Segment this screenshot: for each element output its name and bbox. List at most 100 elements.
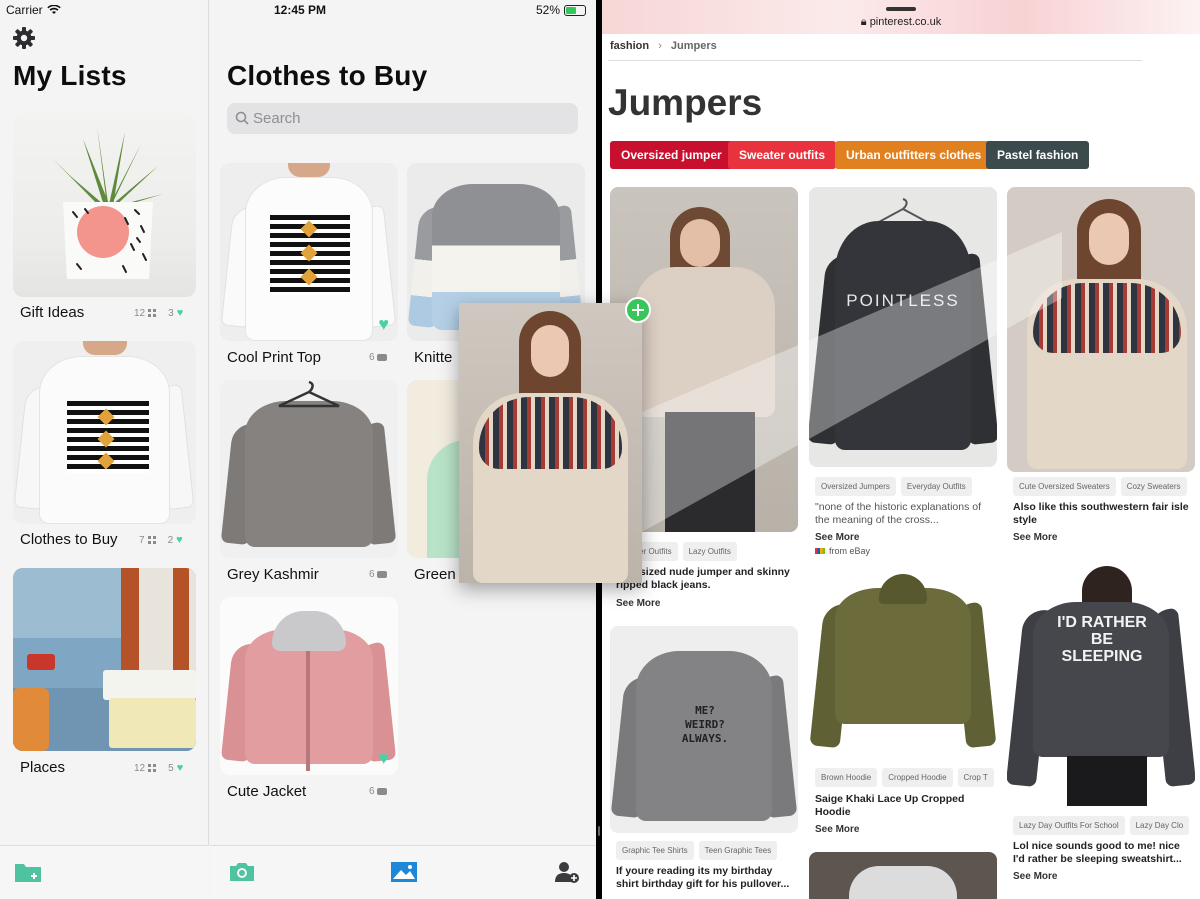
add-person-icon[interactable] (554, 860, 580, 884)
tag[interactable]: Lazy Outfits (682, 542, 737, 561)
item-card-cool-print-top[interactable]: ♥ (220, 163, 398, 341)
pin-description: Also like this southwestern fair isle st… (1013, 501, 1189, 526)
tag[interactable]: Crop T (957, 768, 994, 787)
page-title: Jumpers (608, 82, 763, 123)
black-leggings (1067, 756, 1147, 806)
favorite-heart-icon[interactable]: ♥ (378, 314, 389, 335)
pin-image-fair-isle[interactable] (1007, 187, 1195, 472)
tag[interactable]: Oversized Jumpers (815, 477, 896, 496)
list-meta-places: 12 5 ♥ (134, 762, 183, 774)
camera-icon (376, 570, 387, 578)
item-name-green: Green (414, 566, 456, 583)
photo-library-icon[interactable] (390, 861, 418, 883)
my-lists-title: My Lists (13, 60, 127, 91)
see-more-link[interactable]: See More (815, 824, 859, 835)
pill-oversized-jumper[interactable]: Oversized jumper (610, 141, 733, 169)
item-name-grey-kashmir: Grey Kashmir (227, 566, 319, 583)
favorite-heart-icon[interactable]: ♥ (378, 748, 389, 769)
battery-icon (564, 4, 587, 16)
item-count: 6 (369, 352, 387, 363)
pin-image-weird-tee[interactable]: ME? WEIRD? ALWAYS. (610, 626, 798, 833)
multitask-handle[interactable] (886, 7, 916, 11)
lists-panel: Carrier My Lists Gift Ideas 12 3 ♥ Cloth… (0, 0, 209, 899)
tag[interactable]: Everyday Outfits (900, 477, 972, 496)
item-card-cute-jacket[interactable]: ♥ (220, 597, 398, 775)
pin-source: from eBay (815, 546, 870, 556)
hanger-icon (278, 380, 340, 408)
see-more-link[interactable]: See More (815, 532, 859, 543)
pin-description: Oversized nude jumper and skinny ripped … (616, 566, 790, 591)
list-name-gift-ideas: Gift Ideas (20, 304, 85, 321)
item-name-cute-jacket: Cute Jacket (227, 783, 307, 800)
item-name-cool-print-top: Cool Print Top (227, 349, 321, 366)
tag[interactable]: Cozy Sweaters (1120, 477, 1187, 496)
url-bar[interactable]: 🔒︎ pinterest.co.uk (602, 16, 1200, 29)
tag[interactable]: Cropped Hoodie (882, 768, 953, 787)
face (531, 325, 569, 377)
tag[interactable]: Brown Hoodie (815, 768, 878, 787)
hood (879, 574, 927, 604)
browser-top: 🔒︎ pinterest.co.uk (602, 0, 1200, 34)
pin-description: If youre reading its my birthday shirt b… (616, 865, 790, 890)
bed-bottom (109, 698, 196, 748)
white-sweater (849, 866, 957, 899)
search-placeholder: Search (253, 110, 301, 127)
jacket-zip (306, 651, 310, 771)
tag[interactable]: Cute Oversized Sweaters (1013, 477, 1116, 496)
pill-label: Pastel fashion (997, 148, 1079, 162)
grid-icon (148, 309, 157, 317)
photo-count: 6 (369, 352, 375, 363)
see-more-link[interactable]: See More (616, 598, 660, 609)
see-more-link[interactable]: See More (1013, 871, 1057, 882)
heart-icon: ♥ (176, 762, 184, 774)
item-card-grey-kashmir[interactable] (220, 380, 398, 558)
photo-count: 6 (369, 569, 375, 580)
settings-gear-icon[interactable] (12, 26, 36, 50)
heart-icon: ♥ (176, 534, 183, 546)
divider-handle (598, 826, 600, 836)
tag[interactable]: Graphic Tee Shirts (616, 841, 694, 860)
tag[interactable]: Lazy Day Clo (1129, 816, 1190, 835)
face (1089, 213, 1129, 265)
source-label: from eBay (829, 546, 871, 556)
status-time: 12:45 PM (274, 3, 327, 17)
tag[interactable]: Lazy Day Outfits For School (1013, 816, 1125, 835)
pill-urban-outfitters[interactable]: Urban outfitters clothes (835, 141, 993, 169)
pin-tags: Oversized Jumpers Everyday Outfits (815, 477, 972, 496)
list-name-clothes-to-buy: Clothes to Buy (20, 531, 118, 548)
list-name-places: Places (20, 759, 66, 776)
camera-icon[interactable] (228, 861, 256, 883)
pin-image-partial[interactable] (809, 852, 997, 899)
tag[interactable]: Teen Graphic Tees (698, 841, 778, 860)
item-count: 6 (369, 786, 387, 797)
pill-label: Urban outfitters clothes (846, 148, 982, 162)
pin-description: "none of the historic explanations of th… (815, 501, 982, 526)
pin-tags: Lazy Day Outfits For School Lazy Day Clo (1013, 816, 1190, 835)
pill-sweater-outfits[interactable]: Sweater outfits (728, 141, 837, 169)
item-name-knitted: Knitte (414, 349, 453, 366)
carrier-label: Carrier (6, 3, 43, 17)
pill-pastel-fashion[interactable]: Pastel fashion (986, 141, 1090, 169)
battery-label: 52% (536, 3, 561, 17)
breadcrumb: fashion › Jumpers (610, 40, 717, 52)
chevron-right-icon: › (658, 40, 662, 52)
breadcrumb-fashion[interactable]: fashion (610, 40, 649, 52)
new-folder-icon[interactable] (14, 860, 42, 884)
see-more-link[interactable]: See More (1013, 532, 1057, 543)
breadcrumb-jumpers[interactable]: Jumpers (671, 40, 717, 52)
clothes-tabbar (210, 845, 596, 899)
pin-image-sleeping[interactable]: I'D RATHER BE SLEEPING (1007, 560, 1195, 806)
face (680, 219, 720, 267)
list-count: 12 (134, 307, 146, 319)
list-card-gift-ideas[interactable] (13, 114, 196, 297)
khaki-hoodie (835, 587, 971, 724)
item-count: 6 (369, 569, 387, 580)
dragged-image[interactable] (459, 303, 642, 583)
list-card-places[interactable] (13, 568, 196, 751)
list-card-clothes-to-buy[interactable] (13, 341, 196, 524)
wifi-icon (46, 5, 61, 14)
search-bar[interactable]: Search (227, 103, 578, 134)
grid-icon (147, 536, 156, 544)
pin-image-khaki-hoodie[interactable] (809, 568, 997, 763)
list-likes: 5 (168, 762, 174, 774)
